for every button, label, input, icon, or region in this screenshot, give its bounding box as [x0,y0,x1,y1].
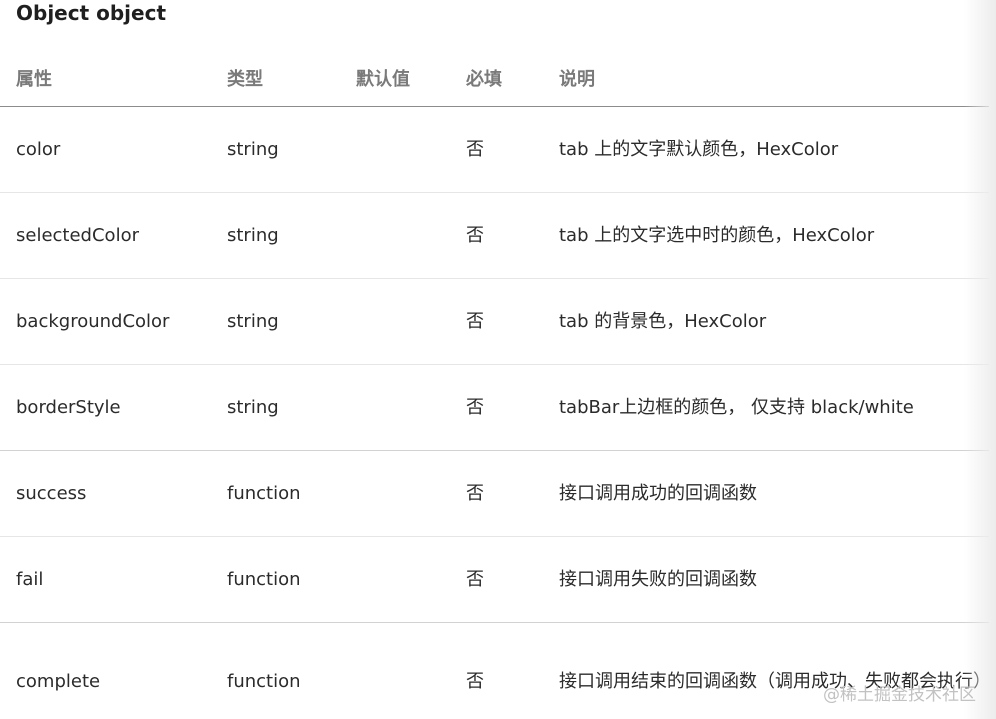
cell-default [340,364,450,451]
cell-required: 否 [450,536,543,623]
cell-type: string [211,106,340,193]
cell-description: 接口调用失败的回调函数 [543,536,989,623]
header-property: 属性 [0,50,211,107]
cell-property: color [0,106,211,193]
cell-description: tabBar上边框的颜色， 仅支持 black/white [543,364,989,451]
cell-default [340,278,450,365]
cell-property: success [0,450,211,537]
cell-property: fail [0,536,211,623]
cell-description: 接口调用成功的回调函数 [543,450,989,537]
cell-type: function [211,536,340,623]
cell-default [340,192,450,279]
cell-default [340,622,450,719]
cell-property: selectedColor [0,192,211,279]
cell-type: function [211,622,340,719]
watermark: @稀土掘金技术社区 [823,685,976,705]
cell-property: backgroundColor [0,278,211,365]
cell-default [340,450,450,537]
cell-default [340,106,450,193]
cell-required: 否 [450,622,543,719]
header-type: 类型 [211,50,340,107]
cell-description: tab 上的文字选中时的颜色，HexColor [543,192,989,279]
cell-property: complete [0,622,211,719]
cell-required: 否 [450,278,543,365]
cell-type: string [211,278,340,365]
table-row: backgroundColor string 否 tab 的背景色，HexCol… [0,278,989,365]
section-title: Object object [16,1,167,25]
parameter-table: 属性 类型 默认值 必填 说明 color string 否 tab 上的文字默… [0,50,991,719]
cell-description: tab 上的文字默认颜色，HexColor [543,106,989,193]
cell-property: borderStyle [0,364,211,451]
table-row: fail function 否 接口调用失败的回调函数 [0,536,989,623]
cell-required: 否 [450,106,543,193]
table-row: borderStyle string 否 tabBar上边框的颜色， 仅支持 b… [0,364,989,451]
cell-required: 否 [450,450,543,537]
header-default: 默认值 [340,50,450,107]
table-row: success function 否 接口调用成功的回调函数 [0,450,989,537]
cell-description: tab 的背景色，HexColor [543,278,989,365]
cell-type: string [211,364,340,451]
page: Object object 属性 类型 默认值 必填 说明 color stri… [0,0,996,719]
header-required: 必填 [450,50,543,107]
cell-type: string [211,192,340,279]
header-description: 说明 [543,50,989,107]
table-row: color string 否 tab 上的文字默认颜色，HexColor [0,106,989,193]
cell-required: 否 [450,192,543,279]
cell-type: function [211,450,340,537]
table-row: selectedColor string 否 tab 上的文字选中时的颜色，He… [0,192,989,279]
cell-default [340,536,450,623]
cell-required: 否 [450,364,543,451]
table-header-row: 属性 类型 默认值 必填 说明 [0,50,989,107]
